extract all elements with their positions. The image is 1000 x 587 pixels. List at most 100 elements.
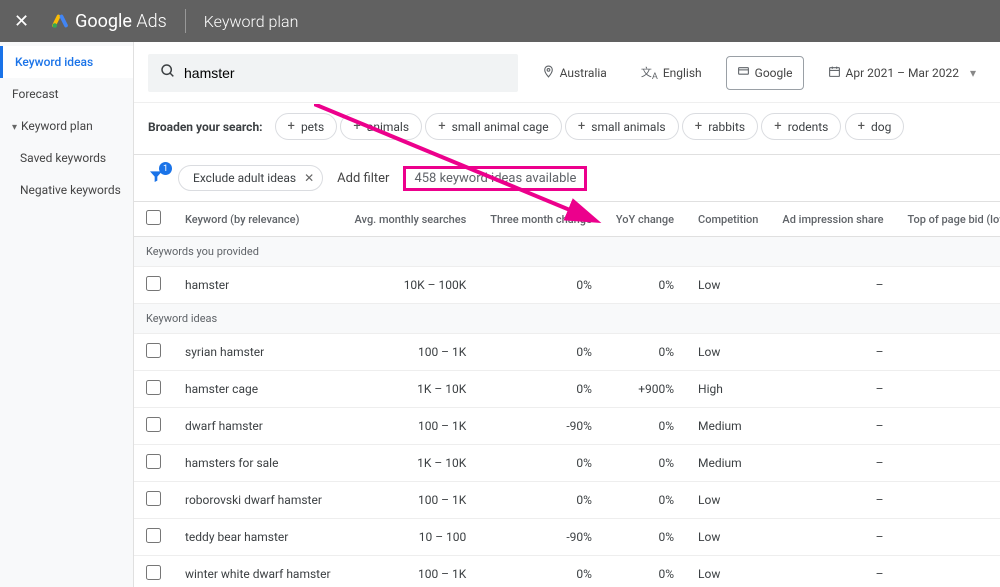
plus-icon: + [353,119,360,134]
cell-competition: Low [686,519,770,556]
app-header: ✕ Google Ads Keyword plan [0,0,1000,42]
broaden-chip-small-animal-cage[interactable]: +small animal cage [425,113,561,140]
filter-funnel-icon[interactable]: 1 [148,168,164,188]
table-row: dwarf hamster100 – 1K-90%0%Medium–– [134,408,1000,445]
row-checkbox[interactable] [146,565,161,580]
cell-keyword: winter white dwarf hamster [173,556,343,587]
column-header[interactable]: Ad impression share [770,202,895,237]
cell-impression: – [770,408,895,445]
cell-competition: Low [686,334,770,371]
broaden-chip-dog[interactable]: +dog [845,113,905,140]
cell-bid: – [896,267,1000,304]
cell-yoy: 0% [604,445,686,482]
search-icon [160,63,176,83]
sidebar-item-keyword-ideas[interactable]: Keyword ideas [0,46,133,78]
keyword-search-input[interactable] [184,65,506,81]
cell-keyword: roborovski dwarf hamster [173,482,343,519]
cell-impression: – [770,556,895,587]
sidebar-item-saved-keywords[interactable]: Saved keywords [0,142,133,174]
cell-keyword: teddy bear hamster [173,519,343,556]
row-checkbox[interactable] [146,380,161,395]
broaden-chip-animals[interactable]: +animals [340,113,422,140]
main-content: Australia 文A English Google Apr 2021 – M… [134,42,1000,587]
filter-row: 1 Exclude adult ideas ✕ Add filter 458 k… [134,155,1000,202]
cell-competition: High [686,371,770,408]
cell-yoy: 0% [604,556,686,587]
network-icon [737,65,750,81]
broaden-chip-pets[interactable]: +pets [275,113,338,140]
cell-bid: A$0.37 [896,371,1000,408]
remove-filter-icon[interactable]: ✕ [304,171,314,185]
cell-bid: – [896,482,1000,519]
table-row: syrian hamster100 – 1K0%0%Low–– [134,334,1000,371]
ideas-count-text: 458 keyword ideas available [403,166,587,191]
table-row: winter white dwarf hamster100 – 1K0%0%Lo… [134,556,1000,587]
cell-tmc: -90% [478,519,604,556]
sidebar-item-forecast[interactable]: Forecast [0,78,133,110]
broaden-chip-rodents[interactable]: +rodents [761,113,841,140]
chevron-down-icon: ▾ [970,66,976,80]
broaden-search-row: Broaden your search: +pets +animals +sma… [134,103,1000,155]
keyword-table: Keyword (by relevance)Avg. monthly searc… [134,202,1000,587]
broaden-chip-small-animals[interactable]: +small animals [565,113,679,140]
plus-icon: + [438,119,445,134]
add-filter-button[interactable]: Add filter [337,171,389,186]
row-checkbox[interactable] [146,528,161,543]
broaden-chip-rabbits[interactable]: +rabbits [682,113,758,140]
table-section-header: Keyword ideas [134,304,1000,334]
column-header[interactable]: Keyword (by relevance) [173,202,343,237]
sidebar-item-keyword-plan[interactable]: Keyword plan [0,110,133,142]
plus-icon: + [288,119,295,134]
cell-impression: – [770,445,895,482]
cell-keyword: syrian hamster [173,334,343,371]
cell-avg: 100 – 1K [343,556,479,587]
cell-tmc: -90% [478,408,604,445]
plus-icon: + [774,119,781,134]
cell-tmc: 0% [478,371,604,408]
cell-avg: 1K – 10K [343,371,479,408]
network-selector[interactable]: Google [726,56,804,90]
active-filter-pill[interactable]: Exclude adult ideas ✕ [178,165,323,191]
cell-avg: 10K – 100K [343,267,479,304]
cell-bid: – [896,556,1000,587]
cell-avg: 100 – 1K [343,482,479,519]
cell-tmc: 0% [478,482,604,519]
plus-icon: + [695,119,702,134]
table-row: hamsters for sale1K – 10K0%0%Medium–A$1.… [134,445,1000,482]
column-header[interactable]: Top of page bid (low range) [896,202,1000,237]
row-checkbox[interactable] [146,343,161,358]
sidebar: Keyword ideasForecastKeyword planSaved k… [0,42,134,587]
cell-keyword: dwarf hamster [173,408,343,445]
cell-bid: – [896,519,1000,556]
location-selector[interactable]: Australia [532,57,617,89]
sidebar-item-negative-keywords[interactable]: Negative keywords [0,174,133,206]
plus-icon: + [578,119,585,134]
cell-impression: – [770,334,895,371]
cell-competition: Medium [686,408,770,445]
filter-count-badge: 1 [159,162,172,175]
cell-impression: – [770,519,895,556]
row-checkbox[interactable] [146,491,161,506]
language-selector[interactable]: 文A English [631,56,712,90]
row-checkbox[interactable] [146,454,161,469]
cell-competition: Low [686,267,770,304]
cell-tmc: 0% [478,267,604,304]
plus-icon: + [858,119,865,134]
cell-tmc: 0% [478,556,604,587]
cell-competition: Low [686,556,770,587]
language-label: English [663,66,702,80]
row-checkbox[interactable] [146,276,161,291]
column-header[interactable]: YoY change [604,202,686,237]
app-name: Google Ads [75,11,167,32]
cell-competition: Medium [686,445,770,482]
select-all-checkbox[interactable] [146,210,161,225]
close-icon[interactable]: ✕ [14,11,29,32]
column-header[interactable]: Three month change [478,202,604,237]
column-header[interactable]: Avg. monthly searches [343,202,479,237]
daterange-selector[interactable]: Apr 2021 – Mar 2022 ▾ [818,57,986,89]
cell-bid: – [896,334,1000,371]
row-checkbox[interactable] [146,417,161,432]
cell-avg: 1K – 10K [343,445,479,482]
keyword-search-input-wrap[interactable] [148,54,518,92]
column-header[interactable]: Competition [686,202,770,237]
